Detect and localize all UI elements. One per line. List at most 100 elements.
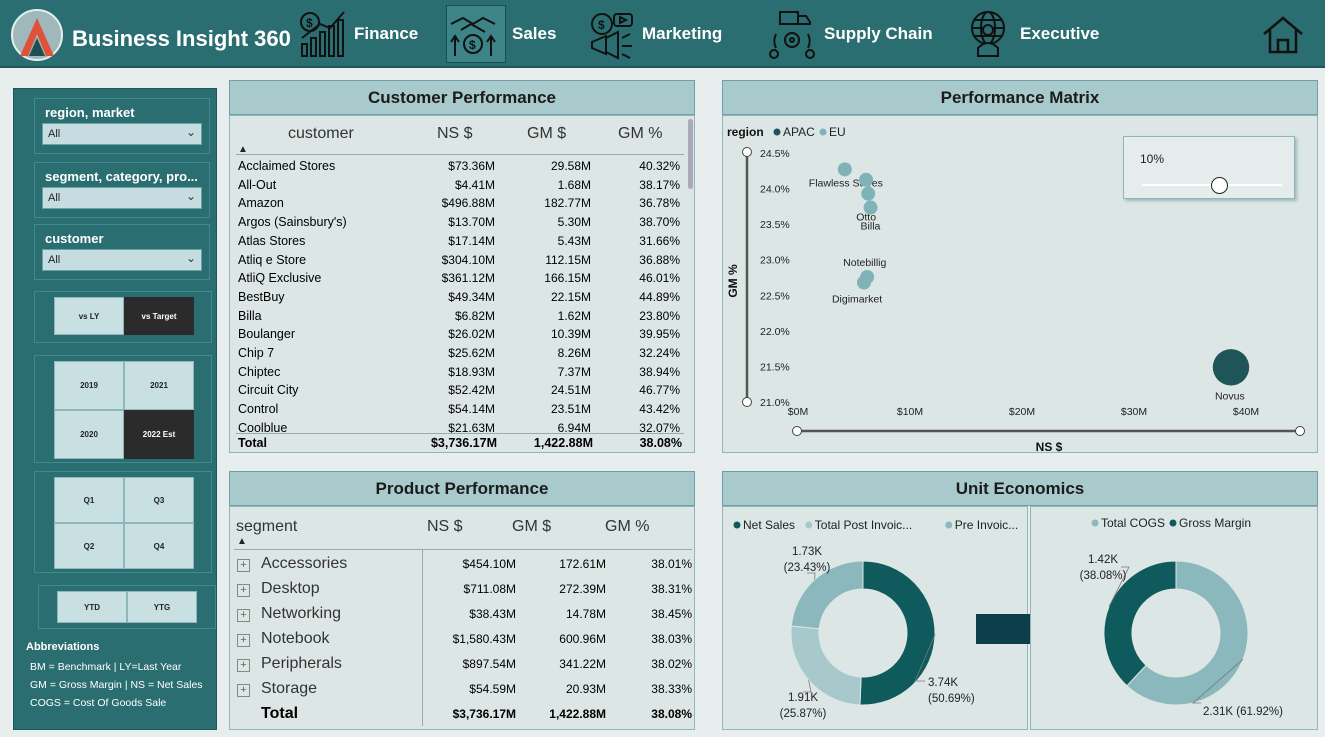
- expand-plus-icon[interactable]: +: [237, 634, 250, 647]
- ytg-button[interactable]: YTG: [127, 591, 197, 623]
- table-row[interactable]: BestBuy $49.34M 22.15M 44.89%: [238, 288, 688, 307]
- x-tick-label: $20M: [1009, 406, 1035, 418]
- table-row[interactable]: Amazon $496.88M 182.77M 36.78%: [238, 194, 688, 213]
- column-header-gm-pct[interactable]: GM %: [618, 125, 662, 143]
- nav-executive[interactable]: Executive: [962, 4, 1099, 64]
- quarter-q4-button[interactable]: Q4: [124, 523, 194, 569]
- cell-ns: $897.54M: [462, 657, 516, 671]
- table-row[interactable]: + Accessories $454.10M 172.61M 38.01%: [236, 552, 696, 577]
- cell-gm-pct: 38.17%: [639, 177, 680, 192]
- year-2022-est-button[interactable]: 2022 Est: [124, 410, 194, 459]
- column-header-gm-pct[interactable]: GM %: [605, 518, 649, 536]
- segment-category-dropdown[interactable]: All ⌄: [42, 187, 202, 209]
- table-row[interactable]: Argos (Sainsbury's) $13.70M 5.30M 38.70%: [238, 213, 688, 232]
- slicer-segment-category: segment, category, pro... All ⌄: [34, 162, 210, 218]
- legend-marker: [805, 521, 813, 529]
- customer-dropdown[interactable]: All ⌄: [42, 249, 202, 271]
- vertical-scrollbar[interactable]: [688, 119, 693, 189]
- scatter-point[interactable]: [863, 200, 878, 215]
- cell-gm: 272.39M: [559, 582, 606, 596]
- legend-label[interactable]: Net Sales: [743, 518, 795, 532]
- legend-marker: [1169, 519, 1177, 527]
- expand-plus-icon[interactable]: +: [237, 584, 250, 597]
- legend-label[interactable]: Total Post Invoic...: [815, 518, 912, 532]
- column-header-gm[interactable]: GM $: [527, 125, 566, 143]
- vs-ly-button[interactable]: vs LY: [54, 297, 124, 335]
- column-header-ns[interactable]: NS $: [437, 125, 473, 143]
- scatter-point[interactable]: [856, 275, 871, 290]
- table-row[interactable]: + Storage $54.59M 20.93M 38.33%: [236, 677, 696, 702]
- table-row[interactable]: + Notebook $1,580.43M 600.96M 38.03%: [236, 627, 696, 652]
- expand-plus-icon[interactable]: +: [237, 684, 250, 697]
- table-row[interactable]: + Desktop $711.08M 272.39M 38.31%: [236, 577, 696, 602]
- scatter-point[interactable]: [861, 186, 876, 201]
- cell-gm-pct: 23.80%: [639, 308, 680, 323]
- scatter-point[interactable]: [837, 162, 852, 177]
- scatter-point[interactable]: [1212, 349, 1250, 386]
- region-market-dropdown[interactable]: All ⌄: [42, 123, 202, 145]
- cell-ns: $18.93M: [448, 364, 495, 379]
- nav-marketing[interactable]: $ Marketing: [584, 4, 722, 64]
- table-row[interactable]: + Networking $38.43M 14.78M 38.45%: [236, 602, 696, 627]
- table-row[interactable]: Chiptec $18.93M 7.37M 38.94%: [238, 363, 688, 382]
- table-row[interactable]: Chip 7 $25.62M 8.26M 32.24%: [238, 344, 688, 363]
- sort-ascending-icon[interactable]: ▲: [237, 536, 247, 547]
- table-row[interactable]: + Peripherals $897.54M 341.22M 38.02%: [236, 652, 696, 677]
- x-tick-label: $40M: [1233, 406, 1259, 418]
- period-toggle: YTD YTG: [38, 585, 216, 629]
- table-row[interactable]: All-Out $4.41M 1.68M 38.17%: [238, 176, 688, 195]
- cell-ns: $52.42M: [448, 383, 495, 398]
- column-header-gm[interactable]: GM $: [512, 518, 551, 536]
- quarter-q1-button[interactable]: Q1: [54, 477, 124, 523]
- cell-customer: Chip 7: [238, 346, 275, 360]
- cell-gm-pct: 32.24%: [639, 346, 680, 360]
- table-row[interactable]: Atliq e Store $304.10M 112.15M 36.88%: [238, 251, 688, 270]
- slice-value-label: 2.31K (61.92%): [1203, 706, 1283, 718]
- expand-plus-icon[interactable]: +: [237, 659, 250, 672]
- total-ns: $3,736.17M: [430, 436, 497, 450]
- donut-slice[interactable]: [859, 560, 936, 706]
- quarter-q2-button[interactable]: Q2: [54, 523, 124, 569]
- slider-handle[interactable]: [1211, 177, 1228, 194]
- table-row[interactable]: Circuit City $52.42M 24.51M 46.77%: [238, 381, 688, 400]
- table-row[interactable]: Atlas Stores $17.14M 5.43M 31.66%: [238, 232, 688, 251]
- year-2019-button[interactable]: 2019: [54, 361, 124, 410]
- expand-plus-icon[interactable]: +: [237, 559, 250, 572]
- scatter-point[interactable]: [859, 172, 874, 187]
- table-row[interactable]: Coolblue $21.63M 6.94M 32.07%: [238, 419, 688, 433]
- legend-label[interactable]: Total COGS: [1101, 516, 1165, 530]
- quarter-q3-button[interactable]: Q3: [124, 477, 194, 523]
- cell-gm-pct: 46.01%: [639, 271, 680, 286]
- executive-globe-icon: [971, 11, 1005, 57]
- legend-label[interactable]: APAC: [783, 125, 815, 139]
- vs-target-button[interactable]: vs Target: [124, 297, 194, 335]
- ytd-button[interactable]: YTD: [57, 591, 127, 623]
- table-row[interactable]: Billa $6.82M 1.62M 23.80%: [238, 307, 688, 326]
- table-row[interactable]: AtliQ Exclusive $361.12M 166.15M 46.01%: [238, 269, 688, 288]
- x-range-handle-left[interactable]: [792, 426, 802, 436]
- nav-sales[interactable]: $ Sales: [446, 4, 556, 64]
- legend-label[interactable]: EU: [829, 125, 846, 139]
- table-row[interactable]: Control $54.14M 23.51M 43.42%: [238, 400, 688, 419]
- column-header-segment[interactable]: segment: [236, 518, 297, 536]
- unit-economics-title: Unit Economics: [722, 471, 1318, 506]
- y-range-handle-top[interactable]: [742, 147, 752, 157]
- x-range-handle-right[interactable]: [1295, 426, 1305, 436]
- y-range-handle-bottom[interactable]: [742, 397, 752, 407]
- nav-supply-chain[interactable]: Supply Chain: [766, 4, 933, 64]
- year-2021-button[interactable]: 2021: [124, 361, 194, 410]
- year-2020-button[interactable]: 2020: [54, 410, 124, 459]
- nav-finance[interactable]: $ Finance: [296, 4, 418, 64]
- column-header-customer[interactable]: customer: [288, 125, 354, 143]
- legend-label[interactable]: Gross Margin: [1179, 516, 1251, 530]
- expand-plus-icon[interactable]: +: [237, 609, 250, 622]
- legend-marker: [945, 521, 953, 529]
- column-header-ns[interactable]: NS $: [427, 518, 463, 536]
- cell-gm: 600.96M: [559, 632, 606, 646]
- table-row[interactable]: Acclaimed Stores $73.36M 29.58M 40.32%: [238, 157, 688, 176]
- home-icon[interactable]: [1260, 14, 1306, 56]
- y-tick-label: 24.5%: [760, 148, 790, 160]
- legend-label[interactable]: Pre Invoic...: [955, 518, 1018, 532]
- table-row[interactable]: Boulanger $26.02M 10.39M 39.95%: [238, 325, 688, 344]
- y-tick-label: 24.0%: [760, 184, 790, 196]
